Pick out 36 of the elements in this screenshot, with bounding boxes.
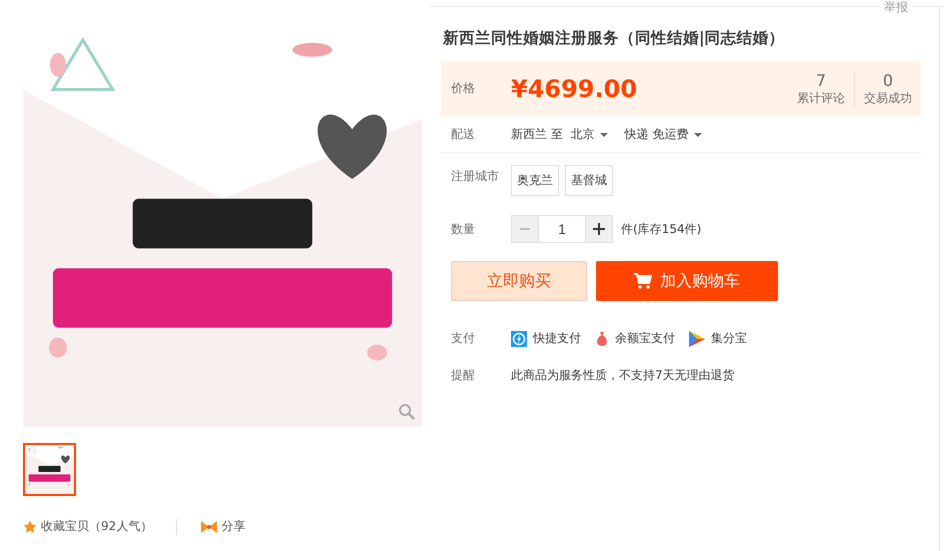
price-label: 价格 (451, 80, 476, 97)
play-icon (689, 330, 705, 346)
stat-value: 7 (816, 70, 826, 90)
lightning-icon (511, 330, 527, 346)
notice-text: 此商品为服务性质，不支持7天无理由退货 (511, 367, 735, 384)
quantity-label: 数量 (451, 220, 476, 238)
cart-icon (634, 273, 652, 289)
route-dropdown[interactable]: 新西兰 至 北京 (511, 126, 608, 143)
shipping-dropdown[interactable]: 快递 免运费 (624, 126, 702, 143)
stock-text: 件(库存154件) (621, 220, 702, 238)
caret-icon (600, 132, 608, 136)
city-label: 注册城市 (451, 168, 500, 185)
city-option[interactable]: 基督城 (565, 165, 613, 196)
price-value: ¥4699.00 (511, 74, 638, 102)
city-option[interactable]: 奥克兰 (511, 165, 559, 196)
stat-value: 0 (882, 70, 894, 90)
payment-method: 快捷支付 (533, 330, 581, 347)
caret-icon (694, 132, 702, 136)
payment-method: 集分宝 (711, 330, 747, 347)
thumbnail[interactable] (23, 443, 76, 496)
product-title: 新西兰同性婚姻注册服务（同性结婚|同志结婚） (443, 28, 786, 49)
share-link[interactable]: 分享 (201, 518, 246, 535)
star-icon (23, 520, 37, 534)
quantity-field[interactable]: 1 (539, 215, 585, 243)
payment-label: 支付 (451, 330, 476, 347)
bow-icon (201, 520, 218, 532)
stat-label: 交易成功 (864, 90, 912, 106)
minus-icon (520, 228, 530, 230)
payment-method: 余额宝支付 (615, 330, 675, 347)
plus-icon (593, 223, 605, 235)
favorite-link[interactable]: 收藏宝贝（92人气） (23, 518, 152, 535)
notice-label: 提醒 (451, 367, 476, 384)
money-bag-icon (595, 330, 609, 346)
increase-button[interactable] (585, 215, 613, 243)
delivery-label: 配送 (451, 126, 476, 143)
stat-label: 累计评论 (797, 90, 845, 106)
